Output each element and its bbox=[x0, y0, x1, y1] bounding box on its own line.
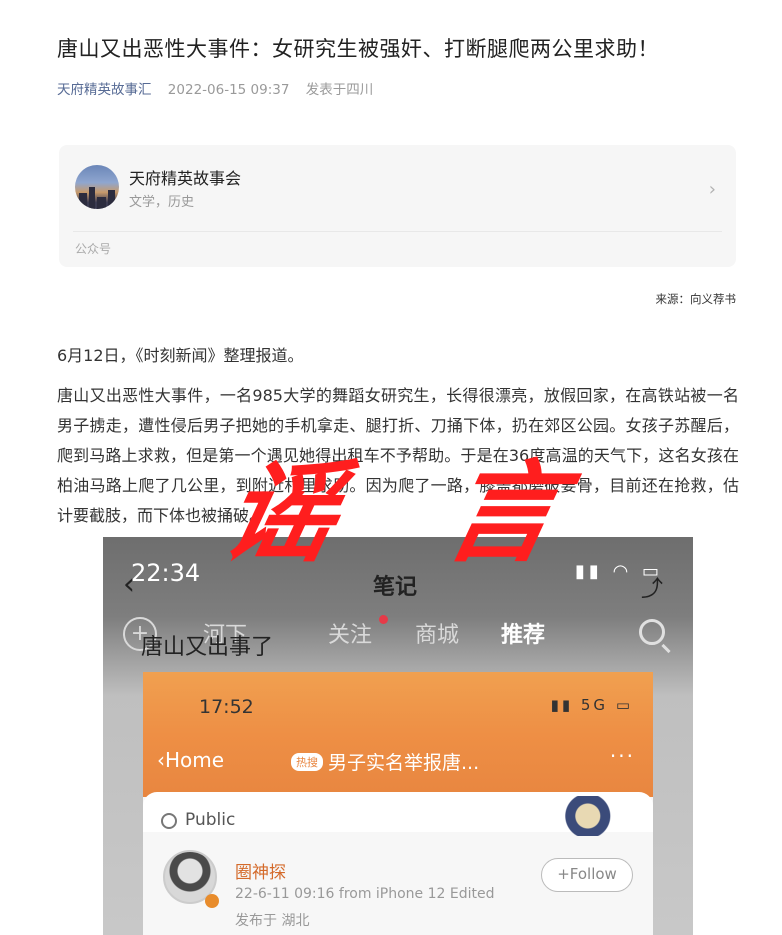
verified-badge-icon bbox=[205, 894, 219, 908]
share-icon: ⤴ bbox=[640, 577, 663, 602]
notification-dot bbox=[379, 615, 388, 624]
tab-3: 推荐 bbox=[501, 623, 546, 648]
inner-public-label: Public bbox=[185, 810, 236, 830]
globe-icon bbox=[161, 813, 177, 829]
more-icon: ··· bbox=[609, 744, 635, 768]
back-icon: ‹ bbox=[123, 567, 135, 602]
inner-screenshot: 17:52 ▮▮ 5G ▭ ‹Home 热搜 男子实名举报唐... ··· Pub… bbox=[143, 672, 653, 935]
inner-location: 发布于 湖北 bbox=[235, 913, 310, 929]
account-type: 公众号 bbox=[75, 242, 112, 256]
inner-network: 5G bbox=[580, 696, 609, 714]
inner-header bbox=[143, 672, 653, 797]
nav-title: 笔记 bbox=[373, 575, 418, 600]
article-meta: 天府精英故事汇 2022-06-15 09:37 发表于四川 bbox=[57, 78, 373, 98]
account-card[interactable]: 天府精英故事会 文学，历史 › 公众号 bbox=[59, 145, 736, 267]
inner-home-link: ‹Home bbox=[157, 748, 225, 772]
account-avatar bbox=[75, 165, 119, 209]
inner-follow-button: +Follow bbox=[541, 858, 633, 892]
article-title: 唐山又出恶性大事件：女研究生被强奸、打断腿爬两公里求助！ bbox=[57, 37, 659, 61]
inner-user-info: 22-6-11 09:16 from iPhone 12 Edited bbox=[235, 886, 495, 902]
rumor-stamp-char-1: 谣 bbox=[212, 449, 350, 577]
status-time: 22:34 bbox=[131, 559, 201, 587]
divider bbox=[73, 231, 722, 232]
source-credit: 来源：向义荐书 bbox=[655, 292, 737, 306]
note-text: 唐山又出事了 bbox=[141, 635, 274, 660]
inner-headline: 热搜 男子实名举报唐... bbox=[291, 748, 479, 775]
tab-2: 商城 bbox=[415, 623, 460, 648]
tab-1: 关注 bbox=[328, 623, 373, 648]
inner-home-label: Home bbox=[165, 748, 225, 772]
search-icon bbox=[639, 619, 665, 645]
publish-location: 发表于四川 bbox=[305, 82, 374, 98]
inner-username: 圈神探 bbox=[235, 863, 286, 883]
inner-time: 17:52 bbox=[199, 696, 254, 718]
chevron-right-icon: › bbox=[708, 179, 716, 200]
inner-status: ▮▮ 5G ▭ bbox=[550, 696, 633, 714]
paragraph-2: 唐山又出恶性大事件，一名985大学的舞蹈女研究生，长得很漂亮，放假回家，在高铁站… bbox=[57, 386, 739, 525]
embedded-screenshot: 22:34 ▮▮ ◠ ▭ + 河下 关注 商城 推荐 ‹ 笔记 ⤴ 唐山又出事了… bbox=[103, 537, 693, 935]
hot-tag: 热搜 bbox=[291, 753, 323, 771]
author-link[interactable]: 天府精英故事汇 bbox=[57, 82, 152, 98]
account-subtitle: 文学，历史 bbox=[129, 195, 195, 210]
inner-headline-text: 男子实名举报唐... bbox=[328, 752, 480, 774]
publish-date: 2022-06-15 09:37 bbox=[167, 82, 290, 98]
paragraph-1: 6月12日，《时刻新闻》整理报道。 bbox=[57, 346, 304, 365]
rumor-stamp-char-2: 言 bbox=[434, 449, 572, 577]
account-name: 天府精英故事会 bbox=[129, 169, 242, 188]
sticker-image bbox=[557, 796, 613, 836]
